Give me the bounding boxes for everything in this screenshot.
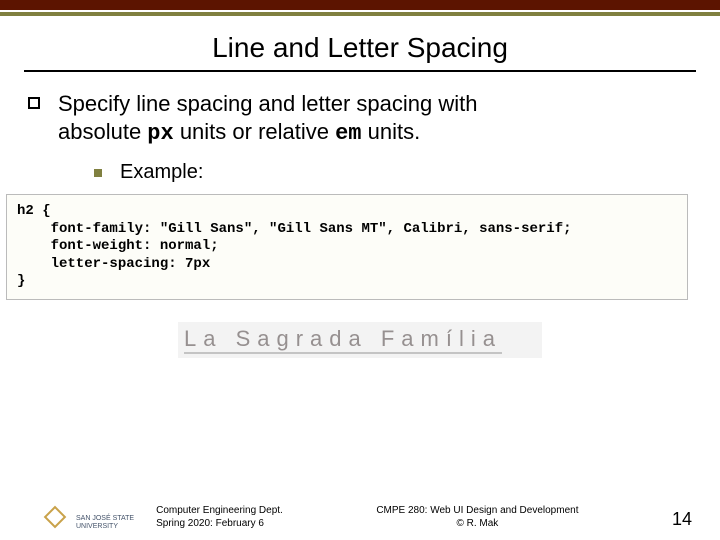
footer-center: CMPE 280: Web UI Design and Development … xyxy=(283,504,672,530)
sub-bullet-row: Example: xyxy=(94,161,692,184)
page-number: 14 xyxy=(672,509,692,530)
code-block: h2 { font-family: "Gill Sans", "Gill San… xyxy=(6,194,688,300)
bullet-line2-mid: units or relative xyxy=(174,119,335,144)
bullet-row: Specify line spacing and letter spacing … xyxy=(28,90,692,147)
bullet-line2-pre: absolute xyxy=(58,119,147,144)
title-underline xyxy=(24,70,696,72)
bullet-line2-post: units. xyxy=(362,119,421,144)
uni-line2: UNIVERSITY xyxy=(76,523,134,530)
bar-dark xyxy=(0,0,720,10)
course: CMPE 280: Web UI Design and Development xyxy=(283,504,672,517)
copyright: © R. Mak xyxy=(283,517,672,530)
footer: SAN JOSÉ STATE UNIVERSITY Computer Engin… xyxy=(0,504,720,530)
code-px: px xyxy=(147,121,173,146)
term-date: Spring 2020: February 6 xyxy=(156,517,283,530)
bullet-square-icon xyxy=(28,97,40,109)
bar-olive xyxy=(0,10,720,16)
slide-title: Line and Letter Spacing xyxy=(0,32,720,64)
bullet-small-icon xyxy=(94,169,102,177)
uni-line1: SAN JOSÉ STATE xyxy=(76,515,134,522)
sjsu-logo-icon xyxy=(44,506,68,530)
header-bars xyxy=(0,0,720,16)
bullet-line1: Specify line spacing and letter spacing … xyxy=(58,91,477,116)
content-area: Specify line spacing and letter spacing … xyxy=(0,90,720,184)
bullet-text: Specify line spacing and letter spacing … xyxy=(58,90,477,147)
footer-left: Computer Engineering Dept. Spring 2020: … xyxy=(156,504,283,530)
code-em: em xyxy=(335,121,361,146)
example-label: Example: xyxy=(120,161,203,184)
dept: Computer Engineering Dept. xyxy=(156,504,283,517)
university-name: SAN JOSÉ STATE UNIVERSITY xyxy=(76,515,134,530)
rendered-heading: La Sagrada Família xyxy=(184,326,502,354)
rendered-output-box: La Sagrada Família xyxy=(178,322,542,358)
